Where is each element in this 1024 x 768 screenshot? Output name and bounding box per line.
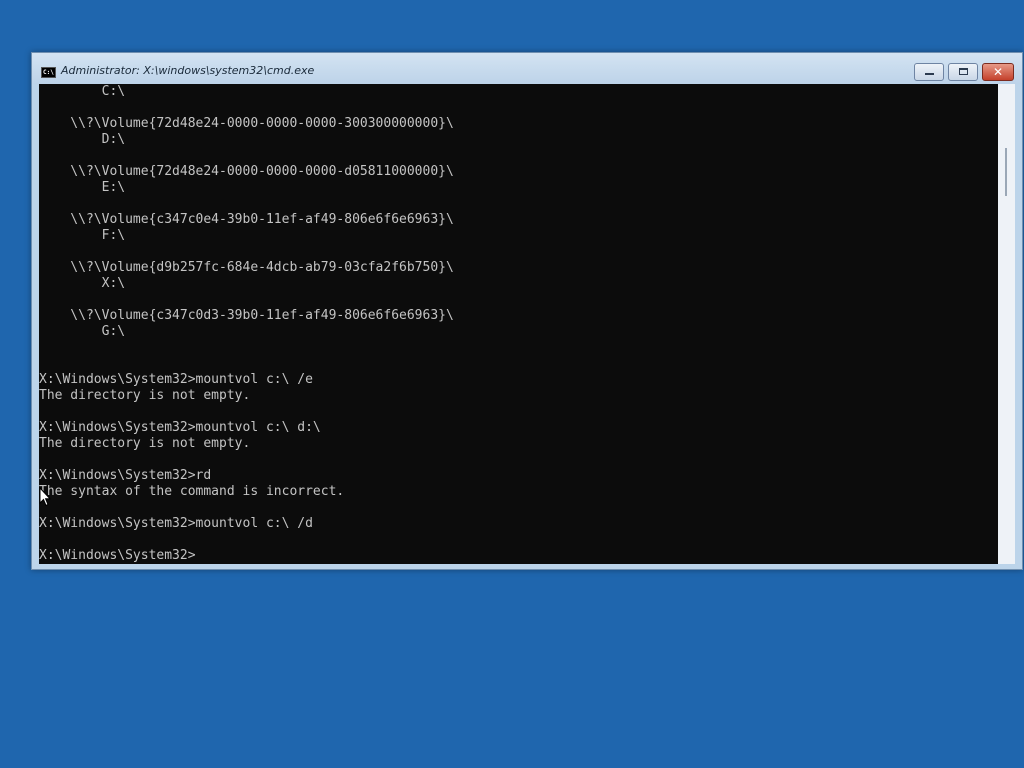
console-line: The syntax of the command is incorrect. [39,484,345,499]
title-bar[interactable]: C:\ Administrator: X:\windows\system32\c… [32,53,1022,84]
console-line: The directory is not empty. [39,436,251,451]
console-line: X:\Windows\System32>mountvol c:\ /e [39,372,313,387]
console-line: \\?\Volume{72d48e24-0000-0000-0000-d0581… [39,164,454,179]
console-line: F:\ [39,228,126,243]
cmd-window[interactable]: C:\ Administrator: X:\windows\system32\c… [31,52,1023,570]
cmd-icon: C:\ [41,67,56,78]
console-line: E:\ [39,180,126,195]
console-line: X:\Windows\System32>mountvol c:\ d:\ [39,420,321,435]
console-line: \\?\Volume{c347c0e4-39b0-11ef-af49-806e6… [39,212,454,227]
console-line: X:\Windows\System32>mountvol c:\ /d [39,516,313,531]
console-line: \\?\Volume{d9b257fc-684e-4dcb-ab79-03cfa… [39,260,454,275]
console-line: C:\ [39,84,126,99]
console-line: X:\Windows\System32>rd [39,468,212,483]
scrollbar-thumb[interactable] [1005,148,1007,196]
minimize-icon [925,73,934,75]
vertical-scrollbar[interactable] [998,84,1015,564]
console-line: The directory is not empty. [39,388,251,403]
window-title: Administrator: X:\windows\system32\cmd.e… [61,64,315,77]
console-line: X:\Windows\System32> [39,548,196,563]
console-text: C:\ \\?\Volume{72d48e24-0000-0000-0000-3… [39,84,998,564]
console-line: G:\ [39,324,126,339]
mouse-pointer-icon [39,487,51,507]
console-line: \\?\Volume{c347c0d3-39b0-11ef-af49-806e6… [39,308,454,323]
console-line: \\?\Volume{72d48e24-0000-0000-0000-30030… [39,116,454,131]
maximize-button[interactable] [948,63,978,81]
close-icon: ✕ [992,65,1004,79]
console-line: X:\ [39,276,126,291]
close-button[interactable]: ✕ [982,63,1014,81]
console-output[interactable]: C:\ \\?\Volume{72d48e24-0000-0000-0000-3… [39,84,998,564]
console-line: D:\ [39,132,126,147]
maximize-icon [959,68,968,75]
minimize-button[interactable] [914,63,944,81]
